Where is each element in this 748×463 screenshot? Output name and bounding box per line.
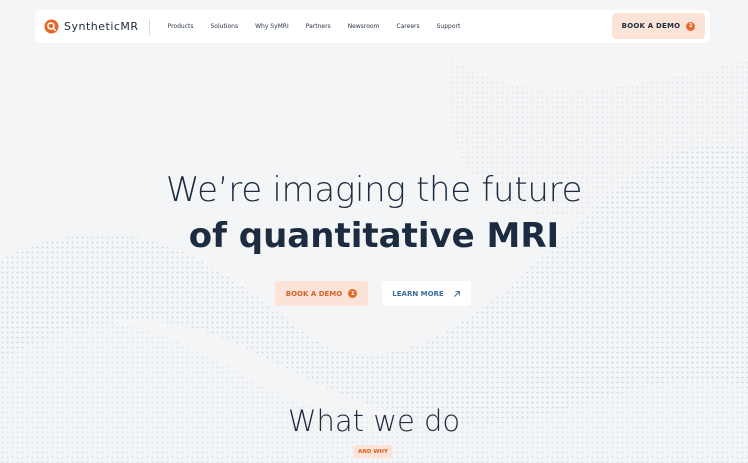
nav-book-demo-label: BOOK A DEMO <box>621 22 681 30</box>
hero-book-demo-button[interactable]: BOOK A DEMO 1 <box>275 281 368 306</box>
synthetic-mr-logo-icon <box>44 19 59 34</box>
nav-item-products[interactable]: Products <box>168 23 194 30</box>
hero-learn-more-label: LEARN MORE <box>392 289 444 298</box>
nav-book-demo-button[interactable]: BOOK A DEMO 1 <box>612 13 705 39</box>
nav-links: Products Solutions Why SyMRI Partners Ne… <box>168 23 478 30</box>
brand-name: SyntheticMR <box>64 20 139 33</box>
hero-book-demo-label: BOOK A DEMO <box>285 289 343 298</box>
nav-item-careers[interactable]: Careers <box>396 23 419 30</box>
section-title: What we do <box>287 404 461 438</box>
navbar: SyntheticMR Products Solutions Why SyMRI… <box>35 10 710 43</box>
nav-item-newsroom[interactable]: Newsroom <box>348 23 380 30</box>
nav-item-support[interactable]: Support <box>437 23 461 30</box>
nav-item-partners[interactable]: Partners <box>306 23 331 30</box>
hero-book-demo-badge: 1 <box>348 289 358 298</box>
hero-title-line2: of quantitative MRI <box>188 216 560 256</box>
section-tag: AND WHY <box>354 445 392 458</box>
hero-learn-more-button[interactable]: LEARN MORE <box>382 281 471 306</box>
nav-book-demo-badge: 1 <box>686 21 696 31</box>
page: SyntheticMR Products Solutions Why SyMRI… <box>0 0 748 463</box>
nav-item-solutions[interactable]: Solutions <box>211 23 239 30</box>
hero-title-line1: We’re imaging the future <box>165 170 583 210</box>
brand-logo[interactable]: SyntheticMR <box>44 19 139 34</box>
nav-divider <box>148 18 150 35</box>
arrow-up-right-icon <box>453 290 460 297</box>
nav-item-why-symri[interactable]: Why SyMRI <box>255 23 289 30</box>
